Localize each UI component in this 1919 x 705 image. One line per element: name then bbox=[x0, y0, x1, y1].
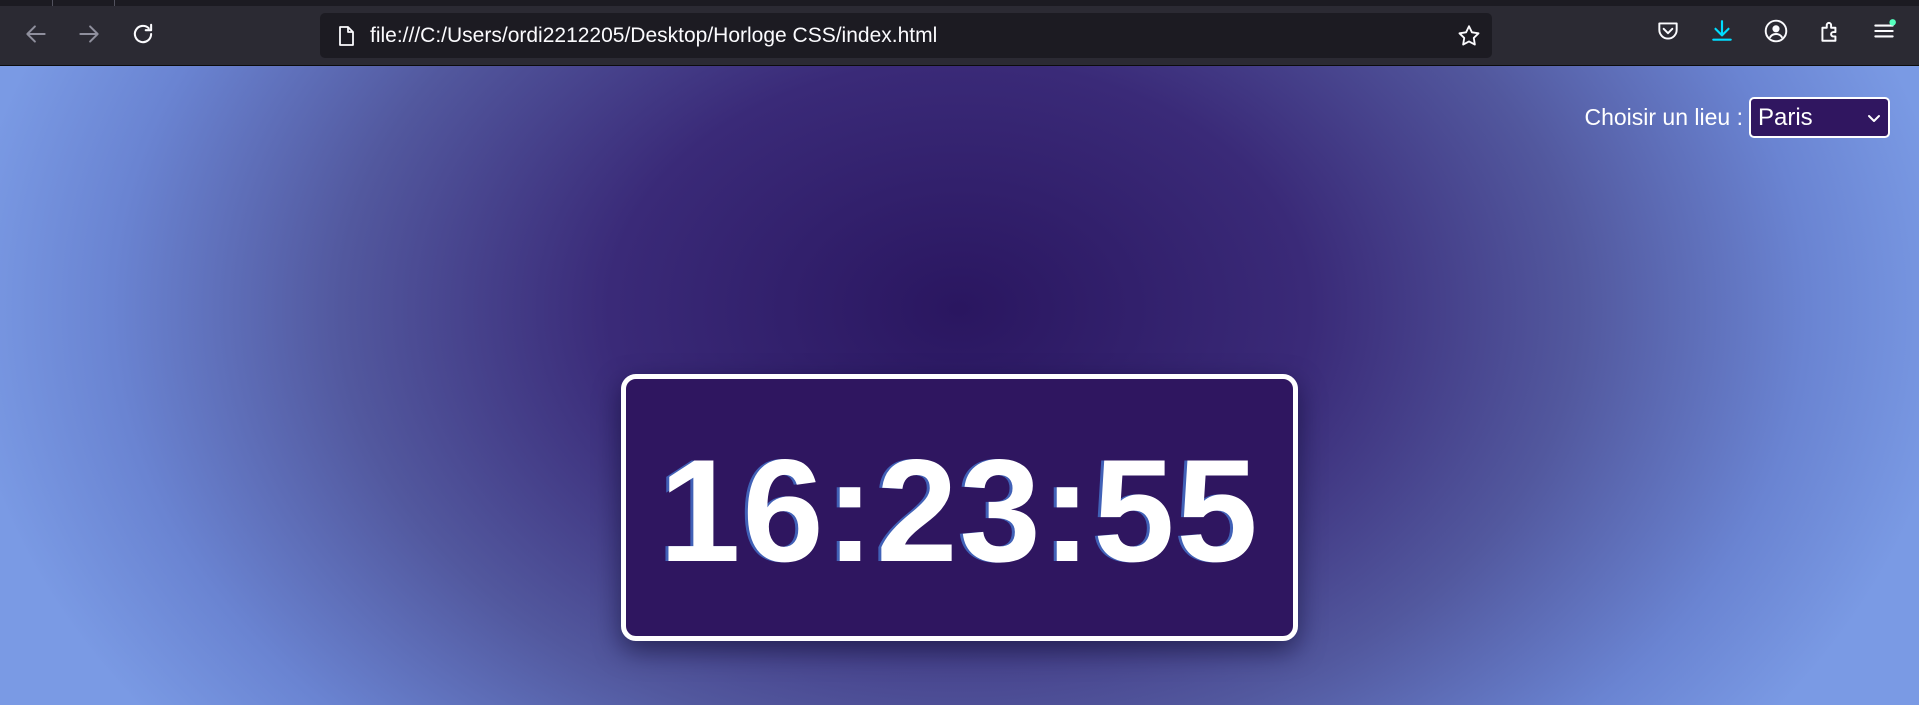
extensions-icon bbox=[1817, 18, 1843, 49]
account-button[interactable] bbox=[1761, 18, 1791, 48]
browser-toolbar: file:///C:/Users/ordi2212205/Desktop/Hor… bbox=[0, 0, 1919, 66]
menu-button[interactable] bbox=[1869, 18, 1899, 48]
location-label: Choisir un lieu : bbox=[1584, 104, 1743, 130]
pocket-icon bbox=[1655, 18, 1681, 49]
location-select[interactable]: Paris bbox=[1749, 97, 1890, 138]
pocket-button[interactable] bbox=[1653, 18, 1683, 48]
location-select-value: Paris bbox=[1758, 104, 1813, 131]
page-icon bbox=[334, 24, 358, 48]
clock-time: 16:23:55 bbox=[659, 428, 1260, 592]
tab-divider bbox=[52, 0, 53, 6]
location-picker: Choisir un lieu : Paris bbox=[1584, 97, 1890, 138]
address-bar[interactable]: file:///C:/Users/ordi2212205/Desktop/Hor… bbox=[320, 13, 1492, 58]
reload-button[interactable] bbox=[123, 16, 163, 56]
url-text[interactable]: file:///C:/Users/ordi2212205/Desktop/Hor… bbox=[370, 13, 937, 58]
downloads-button[interactable] bbox=[1707, 18, 1737, 48]
clock-display: 16:23:55 bbox=[621, 374, 1298, 641]
hamburger-menu-icon bbox=[1871, 18, 1897, 49]
tab-divider bbox=[114, 0, 115, 6]
tab-strip bbox=[0, 0, 1919, 6]
chevron-down-icon bbox=[1866, 110, 1882, 126]
reload-icon bbox=[130, 21, 156, 52]
forward-arrow-icon bbox=[76, 21, 102, 52]
forward-button[interactable] bbox=[69, 16, 109, 56]
download-icon bbox=[1709, 18, 1735, 49]
star-icon[interactable] bbox=[1456, 23, 1482, 49]
account-icon bbox=[1763, 18, 1789, 49]
extensions-button[interactable] bbox=[1815, 18, 1845, 48]
back-arrow-icon bbox=[23, 21, 49, 52]
back-button[interactable] bbox=[16, 16, 56, 56]
page-content: Choisir un lieu : Paris 16:23:55 bbox=[0, 66, 1919, 705]
